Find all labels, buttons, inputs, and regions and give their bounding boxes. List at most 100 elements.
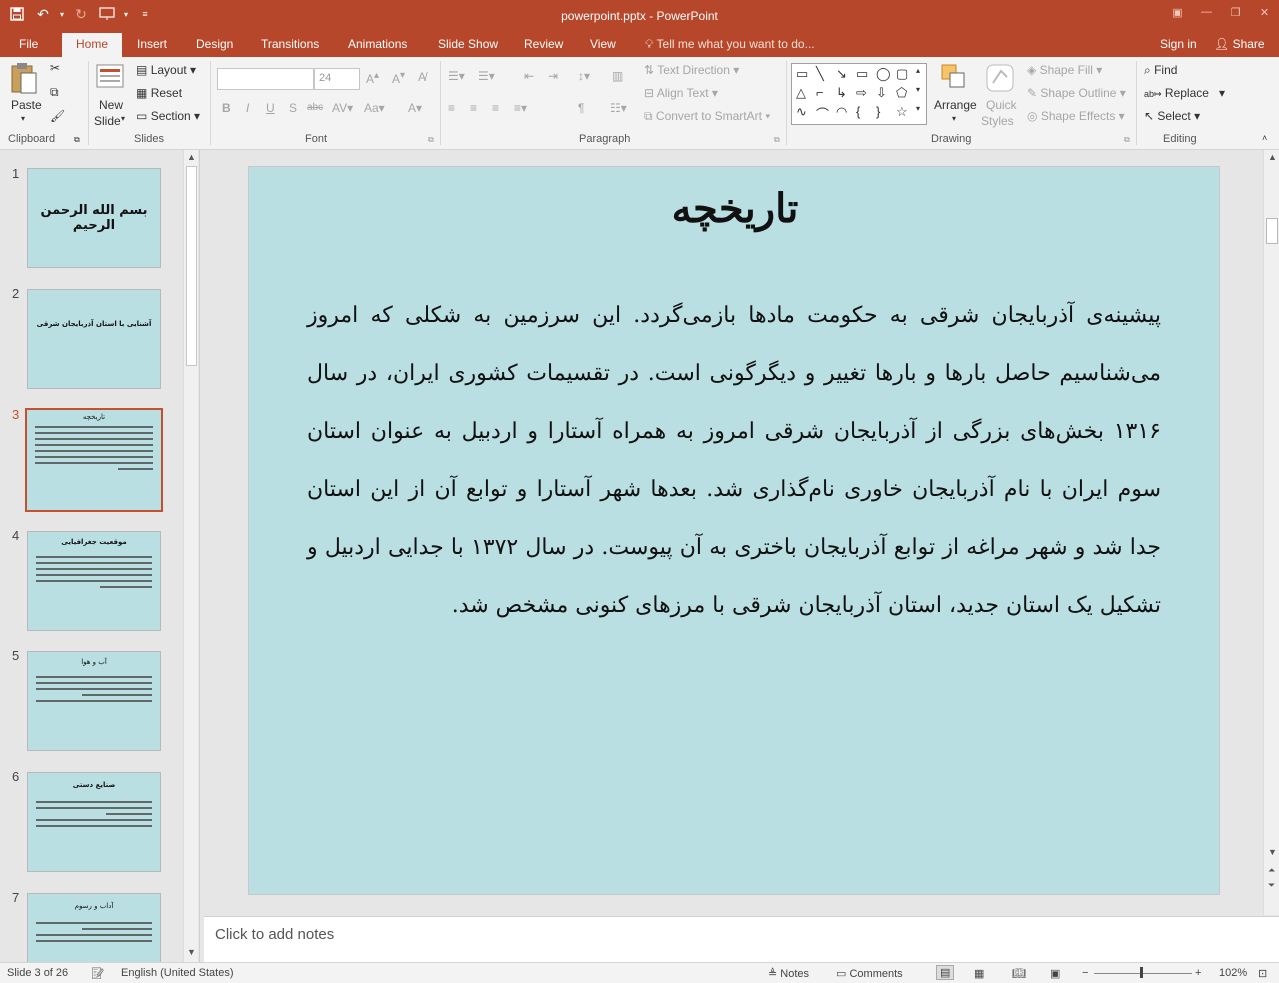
reading-view-icon[interactable]: 📖︎ (1012, 967, 1026, 980)
notes-pane[interactable]: Click to add notes (204, 916, 1279, 962)
arc-shape-icon[interactable]: ◠ (836, 104, 847, 120)
star-shape-icon[interactable]: ☆ (896, 104, 908, 120)
editor-scrollbar[interactable]: ▲ ▼ ⏶ ⏷ (1263, 150, 1279, 915)
freeform-shape-icon[interactable]: ∿ (796, 104, 807, 120)
ribbon-display-icon[interactable]: ▣ (1163, 0, 1192, 24)
zoom-in-icon[interactable]: + (1195, 967, 1201, 979)
new-slide-label-2[interactable]: Slide (94, 114, 121, 128)
tab-design[interactable]: Design (196, 37, 233, 51)
slide-title[interactable]: تاریخچه (249, 185, 1221, 232)
down-arrow-shape-icon[interactable]: ⇩ (876, 85, 887, 101)
tab-view[interactable]: View (590, 37, 616, 51)
section-button[interactable]: ▭ Section ▾ (136, 109, 200, 123)
rounded-rect-shape-icon[interactable]: ▢ (896, 66, 908, 82)
previous-slide-icon[interactable]: ⏶ (1268, 865, 1275, 876)
thumbnail-scroll-thumb[interactable] (186, 166, 197, 366)
tab-file[interactable]: File (19, 37, 38, 51)
rectangle-shape-icon[interactable]: ▭ (856, 66, 868, 82)
decrease-indent-icon[interactable]: ⇤ (524, 69, 534, 83)
shape-fill-button[interactable]: ◈ Shape Fill ▾ (1027, 63, 1102, 77)
fit-to-window-icon[interactable]: ⊡ (1258, 967, 1267, 980)
font-name-combo[interactable] (217, 68, 314, 90)
text-direction-button[interactable]: ⇅ Text Direction ▾ (644, 63, 739, 77)
align-right-icon[interactable]: ≡ (492, 101, 499, 115)
align-text-button[interactable]: ⊟ Align Text ▾ (644, 86, 718, 100)
collapse-ribbon-icon[interactable]: ˄ (1262, 133, 1267, 143)
curve-shape-icon[interactable]: ⌒ (816, 104, 829, 123)
right-arrow-shape-icon[interactable]: ⇨ (856, 85, 867, 101)
oval-shape-icon[interactable]: ◯ (876, 66, 891, 82)
scroll-down-icon[interactable]: ▼ (187, 947, 196, 957)
gallery-up-icon[interactable]: ▴ (916, 66, 920, 75)
italic-icon[interactable]: I (246, 101, 249, 115)
zoom-out-icon[interactable]: − (1082, 967, 1088, 979)
shape-effects-button[interactable]: ◎ Shape Effects ▾ (1027, 109, 1125, 123)
slide-thumbnail-2[interactable]: آشنایی با استان آذربایجان شرقی (27, 289, 161, 389)
convert-smartart-button[interactable]: ⧉ Convert to SmartArt ▾ (644, 109, 770, 124)
font-color-icon[interactable]: A▾ (408, 101, 422, 115)
char-spacing-icon[interactable]: AV▾ (332, 101, 353, 115)
rtl-icon[interactable]: ¶ (578, 101, 584, 115)
language-indicator[interactable]: English (United States) (121, 967, 234, 979)
format-painter-icon[interactable]: 🖌︎ (50, 109, 65, 123)
quick-styles-label-1[interactable]: Quick (986, 98, 1017, 112)
tab-slide-show[interactable]: Slide Show (438, 37, 498, 51)
zoom-level[interactable]: 102% (1219, 967, 1247, 979)
layout-button[interactable]: ▤ Layout ▾ (136, 63, 196, 77)
elbow-connector-icon[interactable]: ⌐ (816, 85, 824, 100)
slide-thumbnail-6[interactable]: صنایع دستی (27, 772, 161, 872)
clear-formatting-icon[interactable]: A̸ (418, 70, 426, 84)
change-case-icon[interactable]: Aa▾ (364, 101, 385, 115)
increase-font-icon[interactable]: A▴ (366, 70, 379, 86)
slide-thumbnail-3[interactable]: تاریخچه (25, 408, 163, 512)
shape-outline-button[interactable]: ✎ Shape Outline ▾ (1027, 86, 1126, 100)
column-layout-icon[interactable]: ☷▾ (610, 101, 627, 115)
paste-icon[interactable] (9, 61, 39, 100)
paste-dropdown-icon[interactable]: ▾ (21, 114, 25, 123)
arrow-line-shape-icon[interactable]: ↘ (836, 66, 847, 82)
slide-thumbnail-1[interactable]: بسم الله الرحمن الرحیم (27, 168, 161, 268)
replace-button[interactable]: ab↦ Replace ▾ (1144, 86, 1225, 100)
justify-icon[interactable]: ≡▾ (514, 101, 527, 115)
textbox-shape-icon[interactable]: ▭ (796, 66, 808, 82)
tab-transitions[interactable]: Transitions (261, 37, 319, 51)
elbow-arrow-icon[interactable]: ↳ (836, 85, 847, 101)
underline-icon[interactable]: U (266, 101, 275, 115)
left-brace-icon[interactable]: { (856, 104, 860, 119)
font-size-combo[interactable]: 24 (314, 68, 360, 90)
clipboard-launcher-icon[interactable]: ⧉ (74, 135, 80, 145)
drawing-launcher-icon[interactable]: ⧉ (1124, 135, 1130, 145)
arrange-dropdown-icon[interactable]: ▾ (952, 114, 956, 123)
cut-icon[interactable]: ✂ (50, 61, 60, 75)
shapes-gallery[interactable]: ▭ ╲ ↘ ▭ ◯ ▢ △ ⌐ ↳ ⇨ ⇩ ⬠ ∿ ⌒ ◠ { } ☆ ▴ ▾ … (791, 63, 927, 125)
notes-placeholder[interactable]: Click to add notes (215, 926, 334, 943)
new-slide-label-1[interactable]: New (99, 98, 123, 112)
scroll-up-icon[interactable]: ▲ (187, 152, 196, 162)
arrange-button[interactable]: Arrange (934, 98, 977, 112)
normal-view-icon[interactable]: ▤ (936, 965, 955, 980)
slide-sorter-icon[interactable]: ▦ (974, 967, 984, 980)
copy-icon[interactable]: ⧉ (50, 85, 59, 100)
bullets-icon[interactable]: ☰▾ (448, 69, 465, 83)
strikethrough-icon[interactable]: abc (307, 102, 323, 113)
tab-insert[interactable]: Insert (137, 37, 167, 51)
editor-scroll-thumb[interactable] (1266, 218, 1278, 244)
slideshow-view-icon[interactable]: ▣ (1050, 967, 1060, 980)
gallery-down-icon[interactable]: ▾ (916, 85, 920, 94)
spell-check-icon[interactable]: 📝︎ (91, 967, 105, 980)
slide-thumbnail-5[interactable]: آب و هوا (27, 651, 161, 751)
zoom-slider-track[interactable] (1094, 973, 1192, 974)
next-slide-icon[interactable]: ⏷ (1268, 880, 1275, 891)
paste-button[interactable]: Paste (11, 98, 42, 112)
slide-thumbnail-7[interactable]: آداب و رسوم (27, 893, 161, 963)
tell-me-box[interactable]: 💡︎ Tell me what you want to do... (645, 37, 815, 52)
tab-animations[interactable]: Animations (348, 37, 407, 51)
bold-icon[interactable]: B (222, 101, 231, 115)
gallery-more-icon[interactable]: ▾ (916, 104, 920, 113)
shadow-icon[interactable]: S (289, 101, 297, 115)
select-button[interactable]: ↖ Select ▾ (1144, 109, 1200, 123)
paragraph-launcher-icon[interactable]: ⧉ (774, 135, 780, 145)
triangle-shape-icon[interactable]: △ (796, 85, 806, 101)
quick-styles-label-2[interactable]: Styles (981, 114, 1014, 128)
new-slide-icon[interactable] (94, 61, 126, 94)
